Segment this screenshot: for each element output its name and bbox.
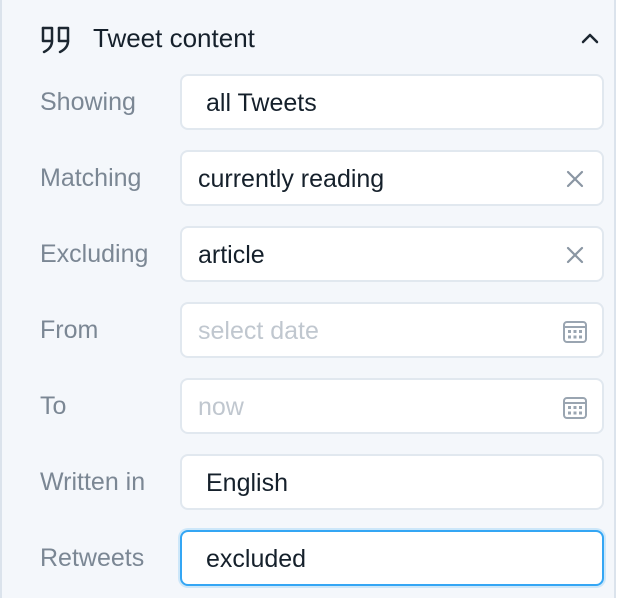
matching-input[interactable]: currently reading bbox=[180, 150, 604, 206]
showing-row: Showing all Tweets bbox=[2, 74, 618, 130]
retweets-row: Retweets excluded bbox=[2, 530, 618, 586]
tweet-content-panel: Tweet content Showing all Tweets Matchin… bbox=[0, 0, 616, 598]
language-select[interactable]: English bbox=[180, 454, 604, 510]
showing-label: Showing bbox=[40, 88, 136, 116]
close-icon[interactable] bbox=[564, 244, 586, 266]
retweets-label: Retweets bbox=[40, 544, 145, 572]
calendar-icon[interactable] bbox=[562, 319, 588, 345]
matching-row: Matching currently reading bbox=[2, 150, 618, 206]
matching-label: Matching bbox=[40, 164, 142, 192]
written-in-label: Written in bbox=[40, 468, 146, 496]
close-icon[interactable] bbox=[564, 168, 586, 190]
showing-select[interactable]: all Tweets bbox=[180, 74, 604, 130]
from-row: From select date bbox=[2, 302, 618, 358]
excluding-label: Excluding bbox=[40, 240, 149, 268]
from-placeholder: select date bbox=[198, 317, 319, 345]
written-in-row: Written in English bbox=[2, 454, 618, 510]
section-header[interactable]: Tweet content bbox=[2, 0, 618, 76]
chevron-up-icon bbox=[581, 33, 599, 44]
excluding-input[interactable]: article bbox=[180, 226, 604, 282]
calendar-icon[interactable] bbox=[562, 395, 588, 421]
section-title: Tweet content bbox=[93, 23, 255, 53]
excluding-value: article bbox=[198, 241, 265, 269]
collapse-button[interactable] bbox=[576, 24, 604, 52]
to-label: To bbox=[40, 392, 67, 420]
to-placeholder: now bbox=[198, 393, 244, 421]
retweets-select[interactable]: excluded bbox=[180, 530, 604, 586]
retweets-value: excluded bbox=[206, 545, 307, 573]
matching-value: currently reading bbox=[198, 165, 385, 193]
language-value: English bbox=[206, 469, 288, 497]
excluding-row: Excluding article bbox=[2, 226, 618, 282]
showing-value: all Tweets bbox=[206, 89, 317, 117]
to-date-field[interactable]: now bbox=[180, 378, 604, 434]
from-date-field[interactable]: select date bbox=[180, 302, 604, 358]
quote-icon bbox=[41, 26, 70, 54]
to-row: To now bbox=[2, 378, 618, 434]
from-label: From bbox=[40, 316, 99, 344]
